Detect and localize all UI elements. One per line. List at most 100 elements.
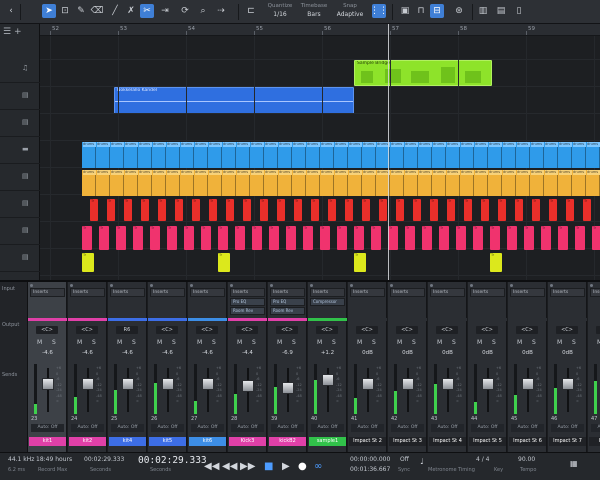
- drum-hit-event[interactable]: Tr: [549, 199, 557, 221]
- track-header-3[interactable]: ▤: [0, 110, 40, 137]
- volume-fader[interactable]: [242, 380, 254, 392]
- inserts-header[interactable]: Inserts: [270, 288, 305, 297]
- pan-control[interactable]: <C>: [436, 326, 458, 334]
- solo-button[interactable]: S: [92, 339, 96, 346]
- drum-hit-event[interactable]: Tr: [320, 226, 330, 250]
- drum-hit-event[interactable]: Tr: [405, 226, 415, 250]
- mute-button[interactable]: M: [77, 339, 82, 346]
- browser-icon[interactable]: ▥: [476, 4, 490, 18]
- volume-fader[interactable]: [202, 378, 214, 390]
- channel-power-icon[interactable]: [590, 284, 593, 287]
- range-tool-icon[interactable]: ⊡: [58, 4, 72, 18]
- channel-name[interactable]: Kick3: [229, 437, 266, 446]
- drum-hit-event[interactable]: Tr: [218, 253, 230, 272]
- drum-hit-event[interactable]: Tr: [337, 226, 347, 250]
- loop-icon[interactable]: ∞: [314, 461, 322, 472]
- track-header-4[interactable]: ▬: [0, 137, 40, 164]
- channel-power-icon[interactable]: [510, 284, 513, 287]
- drum-hit-event[interactable]: Tr: [422, 226, 432, 250]
- time-signature[interactable]: 4 / 4: [476, 456, 489, 463]
- channel-power-icon[interactable]: [150, 284, 153, 287]
- volume-fader[interactable]: [402, 378, 414, 390]
- solo-button[interactable]: S: [172, 339, 176, 346]
- eraser-tool-icon[interactable]: ⌫: [90, 4, 104, 18]
- drum-hit-event[interactable]: Tr: [167, 226, 177, 250]
- automation-mode[interactable]: Auto: Off: [311, 424, 344, 432]
- loop-end[interactable]: 00:01:36.667: [350, 466, 390, 473]
- loop-start[interactable]: 00:00:00.000: [350, 456, 390, 463]
- quantize-toggle-icon[interactable]: ⊏: [244, 4, 258, 18]
- volume-fader[interactable]: [482, 378, 494, 390]
- channel-power-icon[interactable]: [230, 284, 233, 287]
- drum-hit-event[interactable]: Tr: [328, 199, 336, 221]
- timeline-ruler[interactable]: 52 53 54 55 56 57 58 59: [40, 24, 600, 36]
- mixer-channel[interactable]: Inserts <C> M S 0dB +6 0 -6 -12 -24 -48 ∞ 45 A…: [508, 282, 547, 452]
- drum-hit-event[interactable]: Tr: [235, 226, 245, 250]
- drum-hit-event[interactable]: Tr: [524, 226, 534, 250]
- metronome-icon[interactable]: ♩: [420, 457, 424, 466]
- volume-fader[interactable]: [122, 378, 134, 390]
- volume-readout[interactable]: 0dB: [554, 350, 581, 358]
- drum-hit-event[interactable]: Tr: [371, 226, 381, 250]
- inserts-header[interactable]: Inserts: [70, 288, 105, 297]
- inserts-header[interactable]: Inserts: [150, 288, 185, 297]
- channel-name[interactable]: Impact St 5: [469, 437, 506, 446]
- rewind-icon[interactable]: ◀◀: [222, 461, 237, 472]
- solo-button[interactable]: S: [252, 339, 256, 346]
- channel-name[interactable]: kickB2: [269, 437, 306, 446]
- arrow-tool-icon[interactable]: ➤: [42, 4, 56, 18]
- drum-hit-event[interactable]: Tr: [82, 226, 92, 250]
- insert-plugin-slot[interactable]: Pro EQ: [230, 298, 265, 306]
- drum-hit-event[interactable]: Tr: [490, 226, 500, 250]
- automation-mode[interactable]: Auto: Off: [591, 424, 600, 432]
- drum-hit-event[interactable]: Tr: [345, 199, 353, 221]
- drum-hit-event[interactable]: Tr: [184, 226, 194, 250]
- channel-power-icon[interactable]: [470, 284, 473, 287]
- automation-mode[interactable]: Auto: Off: [431, 424, 464, 432]
- record-icon[interactable]: ●: [298, 461, 307, 472]
- volume-readout[interactable]: -4.4: [234, 350, 261, 358]
- channel-power-icon[interactable]: [30, 284, 33, 287]
- track-header-8[interactable]: ▤: [0, 245, 40, 272]
- mute-button[interactable]: M: [237, 339, 242, 346]
- drum-hit-event[interactable]: Tr: [90, 199, 98, 221]
- drum-hit-event[interactable]: Tr: [507, 226, 517, 250]
- drum-hit-event[interactable]: Tr: [175, 199, 183, 221]
- channel-name[interactable]: Impact St 6: [509, 437, 546, 446]
- channel-power-icon[interactable]: [110, 284, 113, 287]
- drum-hit-event[interactable]: Tr: [464, 199, 472, 221]
- solo-button[interactable]: S: [52, 339, 56, 346]
- channel-power-icon[interactable]: [550, 284, 553, 287]
- channel-power-icon[interactable]: [310, 284, 313, 287]
- channel-name[interactable]: Impact St 4: [429, 437, 466, 446]
- pan-control[interactable]: <C>: [196, 326, 218, 334]
- drum-hit-event[interactable]: Tr: [311, 199, 319, 221]
- mute-button[interactable]: M: [357, 339, 362, 346]
- channel-name[interactable]: Impact: [589, 437, 600, 446]
- automation-mode[interactable]: Auto: Off: [31, 424, 64, 432]
- volume-fader[interactable]: [362, 378, 374, 390]
- inserts-header[interactable]: Inserts: [30, 288, 65, 297]
- automation-mode[interactable]: Auto: Off: [391, 424, 424, 432]
- channel-name[interactable]: kit6: [189, 437, 226, 446]
- record-panel-icon[interactable]: ⊟: [430, 4, 444, 18]
- mixer-channel[interactable]: Inserts Compressor <C> M S +1.2 +6 0 -6 -12…: [308, 282, 347, 452]
- drum-hit-event[interactable]: Tr: [218, 226, 228, 250]
- volume-readout[interactable]: -4.6: [74, 350, 101, 358]
- rewind-start-icon[interactable]: ◀◀: [204, 461, 219, 472]
- volume-fader[interactable]: [522, 378, 534, 390]
- mute-button[interactable]: M: [157, 339, 162, 346]
- pan-control[interactable]: <C>: [476, 326, 498, 334]
- drum-hit-event[interactable]: Tr: [558, 226, 568, 250]
- mixer-channel[interactable]: Inserts Pro EQ Room Rev <C> M S -6.9 +6 0-…: [268, 282, 307, 452]
- mute-button[interactable]: M: [477, 339, 482, 346]
- insert-plugin-slot[interactable]: Pro EQ: [270, 298, 305, 306]
- drum-hit-event[interactable]: Tr: [413, 199, 421, 221]
- playhead-cursor[interactable]: [388, 24, 389, 280]
- drum-hit-event[interactable]: Tr: [124, 199, 132, 221]
- drum-hit-event[interactable]: Tr: [541, 226, 551, 250]
- mute-tool-icon[interactable]: ✗: [124, 4, 138, 18]
- mixer-channel[interactable]: Inserts R6 M S -4.6 +6 0 -6 -12 -24 -48 ∞ 25 A…: [108, 282, 147, 452]
- automation-mode[interactable]: Auto: Off: [351, 424, 384, 432]
- drum-hit-event[interactable]: Tr: [82, 253, 94, 272]
